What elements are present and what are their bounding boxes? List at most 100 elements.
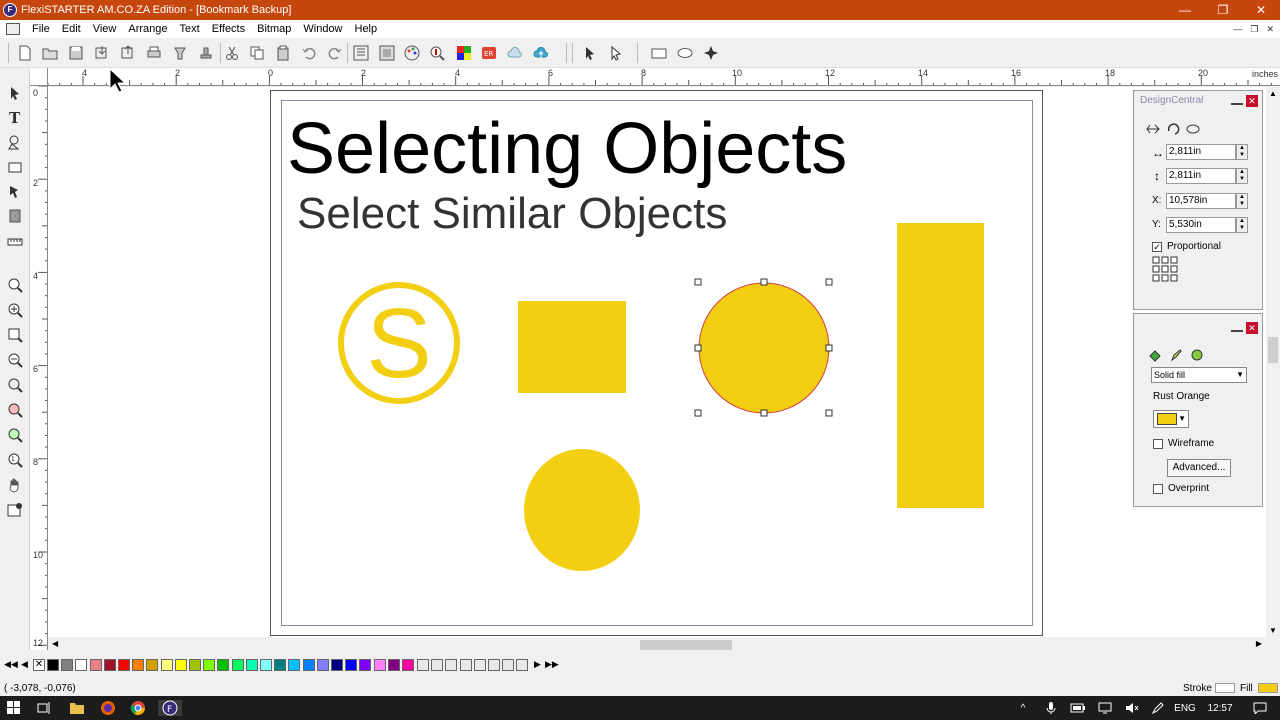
menu-file[interactable]: File — [26, 20, 56, 38]
menu-effects[interactable]: Effects — [206, 20, 251, 38]
color-swatch[interactable] — [316, 659, 329, 671]
zoom-in-icon[interactable] — [5, 300, 25, 320]
panel-minimize-icon[interactable] — [1231, 322, 1243, 332]
input-language[interactable]: ENG — [1172, 700, 1198, 716]
stroke-swatch[interactable] — [1215, 683, 1235, 693]
pan-hand-icon[interactable] — [5, 475, 25, 495]
chrome-icon[interactable] — [129, 700, 147, 716]
wireframe-checkbox[interactable] — [1153, 439, 1163, 449]
anchor-point-icon[interactable] — [1152, 256, 1178, 282]
color-swatch[interactable] — [103, 659, 116, 671]
color-swatch[interactable] — [288, 659, 301, 671]
color-swatch[interactable] — [402, 659, 414, 671]
color-swatch-dropdown[interactable]: ▼ — [1153, 410, 1189, 428]
copy-icon[interactable] — [248, 44, 266, 62]
selected-circle-shape[interactable] — [698, 282, 830, 414]
fill-type-select[interactable]: Solid fill ▼ — [1151, 367, 1247, 383]
color-picker-icon[interactable] — [428, 44, 446, 62]
color-swatch[interactable] — [118, 659, 130, 671]
save-icon[interactable] — [67, 44, 85, 62]
color-swatch[interactable] — [359, 659, 372, 671]
document-icon[interactable] — [6, 23, 20, 35]
volume-muted-icon[interactable] — [1124, 700, 1140, 716]
s-logo-shape[interactable]: S — [338, 282, 460, 404]
empty-swatch[interactable] — [431, 659, 444, 671]
text-tool-icon[interactable]: T — [5, 107, 25, 127]
panel-close-icon[interactable]: ✕ — [1246, 95, 1258, 107]
color-swatch[interactable] — [345, 659, 358, 671]
cut-contour-icon[interactable] — [171, 44, 189, 62]
paste-icon[interactable] — [274, 44, 292, 62]
task-view-icon[interactable] — [36, 700, 52, 716]
height-spinner[interactable]: ▲ ▼ — [1236, 168, 1248, 184]
tall-rectangle-shape[interactable] — [897, 223, 984, 508]
advanced-button[interactable]: Advanced... — [1167, 459, 1231, 477]
fill-swatch[interactable] — [1258, 683, 1278, 693]
palette-last-icon[interactable]: ▶▶ — [545, 659, 559, 670]
fill-bucket-icon[interactable] — [1148, 348, 1162, 362]
zoom-out-icon[interactable] — [5, 350, 25, 370]
color-swatch[interactable] — [274, 659, 287, 671]
measure-tool-icon[interactable] — [5, 232, 25, 252]
color-swatch[interactable] — [75, 659, 88, 671]
color-swatch[interactable] — [47, 659, 59, 671]
y-spinner[interactable]: ▲ ▼ — [1236, 217, 1248, 233]
star-tool-icon[interactable] — [702, 44, 720, 62]
menu-arrange[interactable]: Arrange — [122, 20, 173, 38]
panel-close-icon[interactable]: ✕ — [1246, 322, 1258, 334]
battery-icon[interactable] — [1070, 700, 1086, 716]
x-spinner[interactable]: ▲ ▼ — [1236, 193, 1248, 209]
color-swatch[interactable] — [160, 659, 173, 671]
empty-swatch[interactable] — [488, 659, 500, 671]
color-swatch[interactable] — [89, 659, 102, 671]
undo-icon[interactable] — [300, 44, 318, 62]
shape-tool-icon[interactable] — [5, 132, 25, 152]
horizontal-scroll-thumb[interactable] — [640, 640, 732, 650]
swatches-icon[interactable] — [455, 44, 473, 62]
empty-swatch[interactable] — [445, 659, 458, 671]
mdi-restore-button[interactable]: ❐ — [1250, 20, 1258, 38]
ellipse-tool-icon[interactable] — [676, 44, 694, 62]
color-swatch[interactable] — [174, 659, 187, 671]
enroute-icon[interactable]: ER — [480, 44, 498, 62]
menu-edit[interactable]: Edit — [56, 20, 87, 38]
width-field[interactable]: 2,811in — [1166, 144, 1236, 160]
panel-minimize-icon[interactable] — [1231, 95, 1243, 105]
pointer-tool-icon[interactable] — [5, 83, 25, 103]
rectangle-shape-icon[interactable] — [5, 157, 25, 177]
flexi-taskbar-icon[interactable]: F — [158, 700, 182, 716]
width-spinner[interactable]: ▲ ▼ — [1236, 144, 1248, 160]
print-icon[interactable] — [145, 44, 163, 62]
layout-icon[interactable] — [352, 44, 370, 62]
color-swatch[interactable] — [132, 659, 145, 671]
color-swatch[interactable] — [260, 659, 272, 671]
move-tab-icon[interactable] — [1146, 123, 1160, 135]
node-edit-tool-icon[interactable] — [607, 44, 625, 62]
color-swatch[interactable] — [61, 659, 74, 671]
scroll-up-icon[interactable]: ▲ — [1269, 89, 1277, 98]
fill-tool-icon[interactable] — [5, 206, 25, 226]
height-field[interactable]: 2,811in — [1166, 168, 1236, 184]
design-canvas[interactable]: Selecting Objects Select Similar Objects… — [48, 87, 1266, 637]
rotate-tab-icon[interactable] — [1166, 123, 1180, 135]
zoom-actual-icon[interactable]: 1 — [5, 450, 25, 470]
new-file-icon[interactable] — [16, 44, 34, 62]
stroke-pen-icon[interactable] — [1169, 348, 1183, 362]
export-icon[interactable] — [119, 44, 137, 62]
rectangle-tool-icon[interactable] — [650, 44, 668, 62]
horizontal-scrollbar[interactable]: ◀ ▶ — [48, 637, 1266, 653]
zoom-page-icon[interactable] — [5, 325, 25, 345]
color-swatch[interactable] — [373, 659, 386, 671]
square-shape[interactable] — [518, 301, 626, 393]
palette-prev-icon[interactable]: ◀ — [21, 659, 28, 670]
no-color-swatch[interactable]: ✕ — [33, 659, 45, 671]
color-swatch[interactable] — [217, 659, 230, 671]
color-swatch[interactable] — [231, 659, 244, 671]
notifications-icon[interactable] — [1252, 700, 1268, 716]
color-palette-icon[interactable] — [403, 44, 421, 62]
overprint-checkbox[interactable] — [1153, 484, 1163, 494]
menu-window[interactable]: Window — [297, 20, 348, 38]
import-icon[interactable] — [93, 44, 111, 62]
firefox-icon[interactable] — [99, 700, 117, 716]
empty-swatch[interactable] — [417, 659, 429, 671]
